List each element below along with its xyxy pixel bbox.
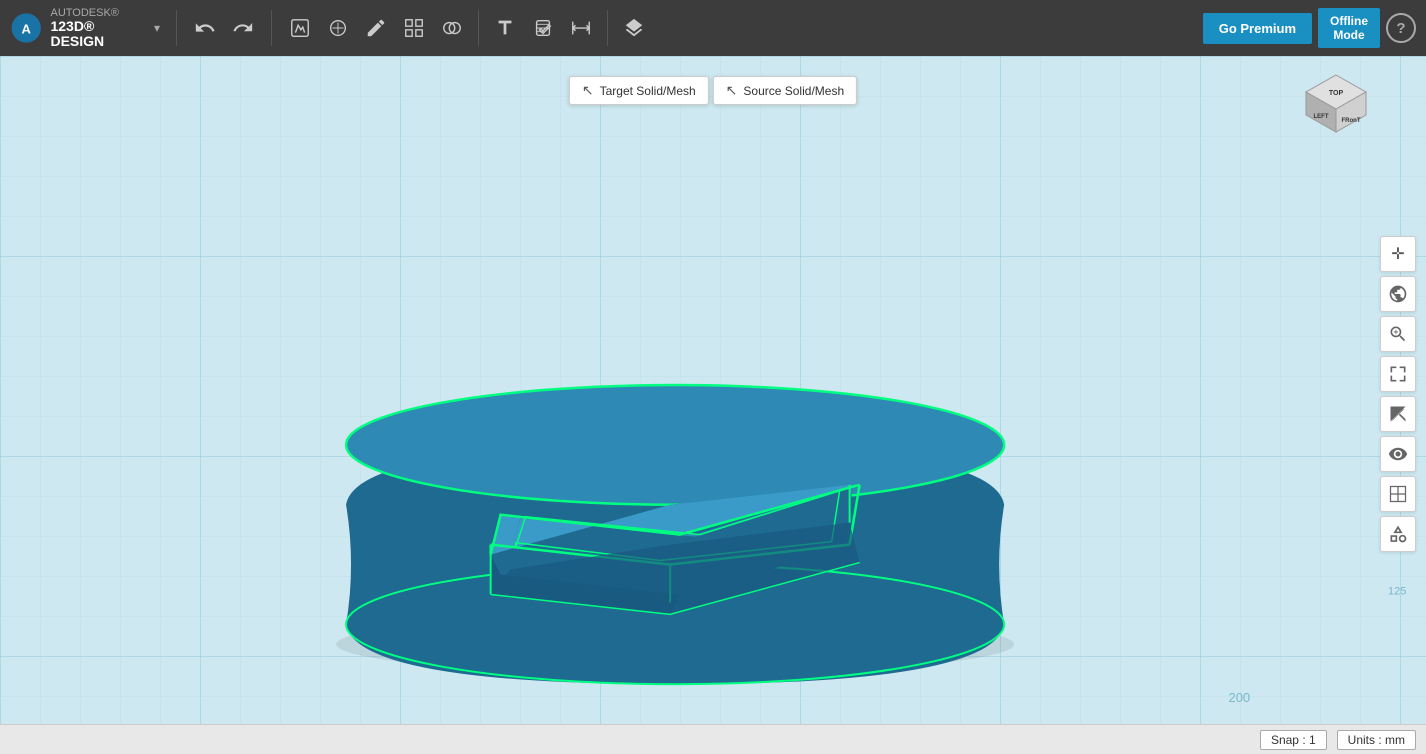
pan-icon: ✛ <box>1391 244 1404 264</box>
source-tooltip[interactable]: ↖ Source Solid/Mesh <box>713 76 857 105</box>
go-premium-button[interactable]: Go Premium <box>1203 13 1312 44</box>
target-tooltip[interactable]: ↖ Target Solid/Mesh <box>569 76 709 105</box>
target-label: Target Solid/Mesh <box>600 84 696 98</box>
nav-cube-svg: TOP FRonT LEFT <box>1296 70 1376 150</box>
modify-tool-button[interactable] <box>358 10 394 46</box>
header-toolbar: A AUTODESK® 123D® DESIGN ▾ <box>0 0 1426 56</box>
primitives-icon <box>327 17 349 39</box>
combine-icon <box>441 17 463 39</box>
svg-text:LEFT: LEFT <box>1314 114 1329 120</box>
perspective-button[interactable] <box>1380 396 1416 432</box>
undo-button[interactable] <box>187 10 223 46</box>
sep-3 <box>478 10 479 46</box>
snap-indicator[interactable]: Snap : 1 <box>1260 730 1327 750</box>
cursor-icon-1: ↖ <box>582 82 594 99</box>
pattern-tool-button[interactable] <box>396 10 432 46</box>
measure-tool-button[interactable] <box>525 10 561 46</box>
zoom-icon <box>1388 324 1408 344</box>
measure-icon <box>532 17 554 39</box>
logo-area: A AUTODESK® 123D® DESIGN ▾ <box>0 7 170 50</box>
source-label: Source Solid/Mesh <box>743 84 844 98</box>
perspective-icon <box>1388 404 1408 424</box>
pan-button[interactable]: ✛ <box>1380 236 1416 272</box>
sep-1 <box>176 10 177 46</box>
text-tool-button[interactable] <box>487 10 523 46</box>
right-buttons: Go Premium OfflineMode ? <box>1203 8 1426 49</box>
right-panel: ✛ <box>1380 236 1416 552</box>
app-menu-dropdown[interactable]: ▾ <box>154 21 160 35</box>
main-tools-group <box>278 10 656 46</box>
cursor-icon-2: ↖ <box>726 82 738 99</box>
fit-view-button[interactable] <box>1380 356 1416 392</box>
help-button[interactable]: ? <box>1386 13 1416 43</box>
zoom-button[interactable] <box>1380 316 1416 352</box>
svg-text:TOP: TOP <box>1329 90 1344 97</box>
3d-scene: 200 125 <box>0 56 1426 754</box>
svg-text:200: 200 <box>1229 690 1251 705</box>
autodesk-logo-icon: A <box>10 10 42 46</box>
offline-mode-label: OfflineMode <box>1330 14 1368 42</box>
modify-icon <box>365 17 387 39</box>
undo-redo-group <box>183 10 265 46</box>
pattern-icon <box>403 17 425 39</box>
redo-icon <box>232 17 254 39</box>
layers-tool-button[interactable] <box>616 10 652 46</box>
logo-text: AUTODESK® 123D® DESIGN <box>50 7 141 50</box>
svg-text:FRonT: FRonT <box>1342 118 1361 124</box>
status-bar: Snap : 1 Units : mm <box>0 724 1426 754</box>
sketch-tool-button[interactable] <box>282 10 318 46</box>
orbit-button[interactable] <box>1380 276 1416 312</box>
text-icon <box>494 17 516 39</box>
offline-mode-button[interactable]: OfflineMode <box>1318 8 1380 49</box>
sketch-icon <box>289 17 311 39</box>
material-icon <box>1388 484 1408 504</box>
svg-text:125: 125 <box>1388 585 1406 597</box>
undo-icon <box>194 17 216 39</box>
sep-4 <box>607 10 608 46</box>
combine-tool-button[interactable] <box>434 10 470 46</box>
eye-icon <box>1388 444 1408 464</box>
units-indicator[interactable]: Units : mm <box>1337 730 1416 750</box>
orbit-icon <box>1388 284 1408 304</box>
svg-text:A: A <box>22 22 32 37</box>
brand-label: AUTODESK® <box>50 7 141 19</box>
canvas-area[interactable]: 200 125 ↖ Target Solid/Mesh ↖ Source Sol… <box>0 56 1426 754</box>
fit-icon <box>1388 364 1408 384</box>
layers-icon <box>623 17 645 39</box>
hide-show-button[interactable] <box>1380 436 1416 472</box>
dimension-icon <box>570 17 592 39</box>
material-button[interactable] <box>1380 476 1416 512</box>
sep-2 <box>271 10 272 46</box>
dimension-tool-button[interactable] <box>563 10 599 46</box>
tooltip-bar: ↖ Target Solid/Mesh ↖ Source Solid/Mesh <box>569 76 857 105</box>
scene-settings-button[interactable] <box>1380 516 1416 552</box>
scene-icon <box>1388 524 1408 544</box>
nav-cube[interactable]: TOP FRonT LEFT <box>1296 70 1376 150</box>
redo-button[interactable] <box>225 10 261 46</box>
product-label: 123D® DESIGN <box>50 19 141 50</box>
primitives-tool-button[interactable] <box>320 10 356 46</box>
